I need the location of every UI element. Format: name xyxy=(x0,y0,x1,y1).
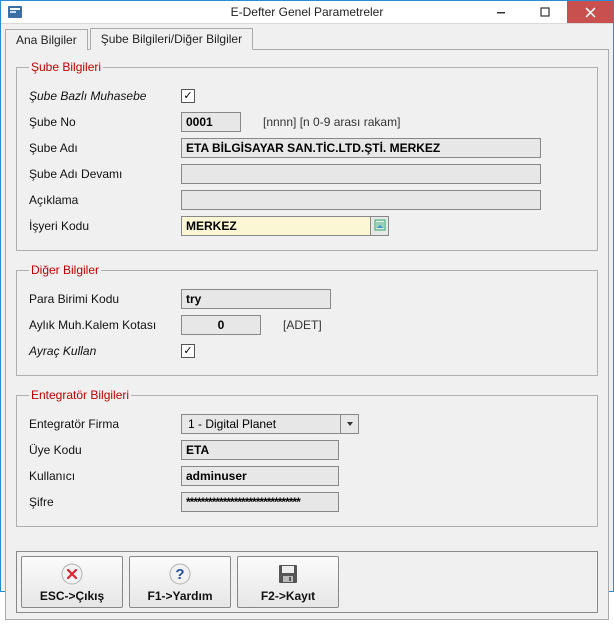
label-sube-bazli: Şube Bazlı Muhasebe xyxy=(29,89,181,103)
label-sube-adi: Şube Adı xyxy=(29,141,181,155)
label-aciklama: Açıklama xyxy=(29,193,181,207)
input-sube-adi[interactable]: ETA BİLGİSAYAR SAN.TİC.LTD.ŞTİ. MERKEZ xyxy=(181,138,541,158)
label-ayrac-kullan: Ayraç Kullan xyxy=(29,344,181,358)
lookup-icon xyxy=(374,219,386,234)
input-kullanici[interactable]: adminuser xyxy=(181,466,339,486)
group-diger-bilgiler: Diğer Bilgiler Para Birimi Kodu try Aylı… xyxy=(16,263,598,376)
window: E-Defter Genel Parametreler Ana Bilgiler… xyxy=(0,0,614,592)
tab-sube-bilgileri[interactable]: Şube Bilgileri/Diğer Bilgiler xyxy=(90,28,253,50)
window-title: E-Defter Genel Parametreler xyxy=(231,5,384,19)
titlebar: E-Defter Genel Parametreler xyxy=(1,1,613,24)
label-sifre: Şifre xyxy=(29,495,181,509)
input-para-birimi[interactable]: try xyxy=(181,289,331,309)
legend-diger: Diğer Bilgiler xyxy=(29,263,101,277)
checkbox-ayrac-kullan[interactable]: ✓ xyxy=(181,344,195,358)
label-sube-adi-devami: Şube Adı Devamı xyxy=(29,167,181,181)
legend-sube: Şube Bilgileri xyxy=(29,60,103,74)
input-isyeri-kodu[interactable]: MERKEZ xyxy=(181,216,371,236)
content-area: Ana Bilgiler Şube Bilgileri/Diğer Bilgil… xyxy=(1,24,613,626)
f2-save-button[interactable]: F2->Kayıt xyxy=(237,556,339,608)
close-icon xyxy=(59,561,85,587)
label-isyeri-kodu: İşyeri Kodu xyxy=(29,219,181,233)
input-aylik-kota[interactable]: 0 xyxy=(181,315,261,335)
group-entegrator: Entegratör Bilgileri Entegratör Firma 1 … xyxy=(16,388,598,527)
select-firma[interactable]: 1 - Digital Planet xyxy=(181,414,359,434)
esc-exit-button[interactable]: ESC->Çıkış xyxy=(21,556,123,608)
label-uye-kodu: Üye Kodu xyxy=(29,443,181,457)
label-sube-no: Şube No xyxy=(29,115,181,129)
label-para-birimi: Para Birimi Kodu xyxy=(29,292,181,306)
tab-ana-bilgiler[interactable]: Ana Bilgiler xyxy=(5,29,88,50)
input-aciklama[interactable] xyxy=(181,190,541,210)
help-icon: ? xyxy=(167,561,193,587)
input-sube-adi-devami[interactable] xyxy=(181,164,541,184)
legend-entegrator: Entegratör Bilgileri xyxy=(29,388,131,402)
esc-label: ESC->Çıkış xyxy=(40,589,104,603)
label-firma: Entegratör Firma xyxy=(29,417,181,431)
checkbox-sube-bazli[interactable]: ✓ xyxy=(181,89,195,103)
close-button[interactable] xyxy=(567,1,613,23)
tab-bar: Ana Bilgiler Şube Bilgileri/Diğer Bilgil… xyxy=(5,28,609,50)
input-sube-no[interactable]: 0001 xyxy=(181,112,241,132)
lookup-isyeri-kodu-button[interactable] xyxy=(371,216,389,236)
label-kullanici: Kullanıcı xyxy=(29,469,181,483)
svg-text:?: ? xyxy=(175,566,184,583)
input-sifre[interactable]: ******************************* xyxy=(181,492,339,512)
f1-help-button[interactable]: ? F1->Yardım xyxy=(129,556,231,608)
maximize-button[interactable] xyxy=(523,1,567,23)
app-icon xyxy=(7,4,23,20)
group-sube-bilgileri: Şube Bilgileri Şube Bazlı Muhasebe ✓ Şub… xyxy=(16,60,598,251)
chevron-down-icon xyxy=(340,415,358,433)
f1-label: F1->Yardım xyxy=(147,589,212,603)
tab-panel: Şube Bilgileri Şube Bazlı Muhasebe ✓ Şub… xyxy=(5,49,609,620)
f2-label: F2->Kayıt xyxy=(261,589,315,603)
save-icon xyxy=(275,561,301,587)
select-firma-value: 1 - Digital Planet xyxy=(182,415,340,433)
minimize-button[interactable] xyxy=(479,1,523,23)
footer-toolbar: ESC->Çıkış ? F1->Yardım xyxy=(16,551,598,613)
hint-sube-no: [nnnn] [n 0-9 arası rakam] xyxy=(263,115,400,129)
hint-aylik-kota: [ADET] xyxy=(283,318,322,332)
input-uye-kodu[interactable]: ETA xyxy=(181,440,339,460)
label-aylik-kota: Aylık Muh.Kalem Kotası xyxy=(29,318,181,332)
